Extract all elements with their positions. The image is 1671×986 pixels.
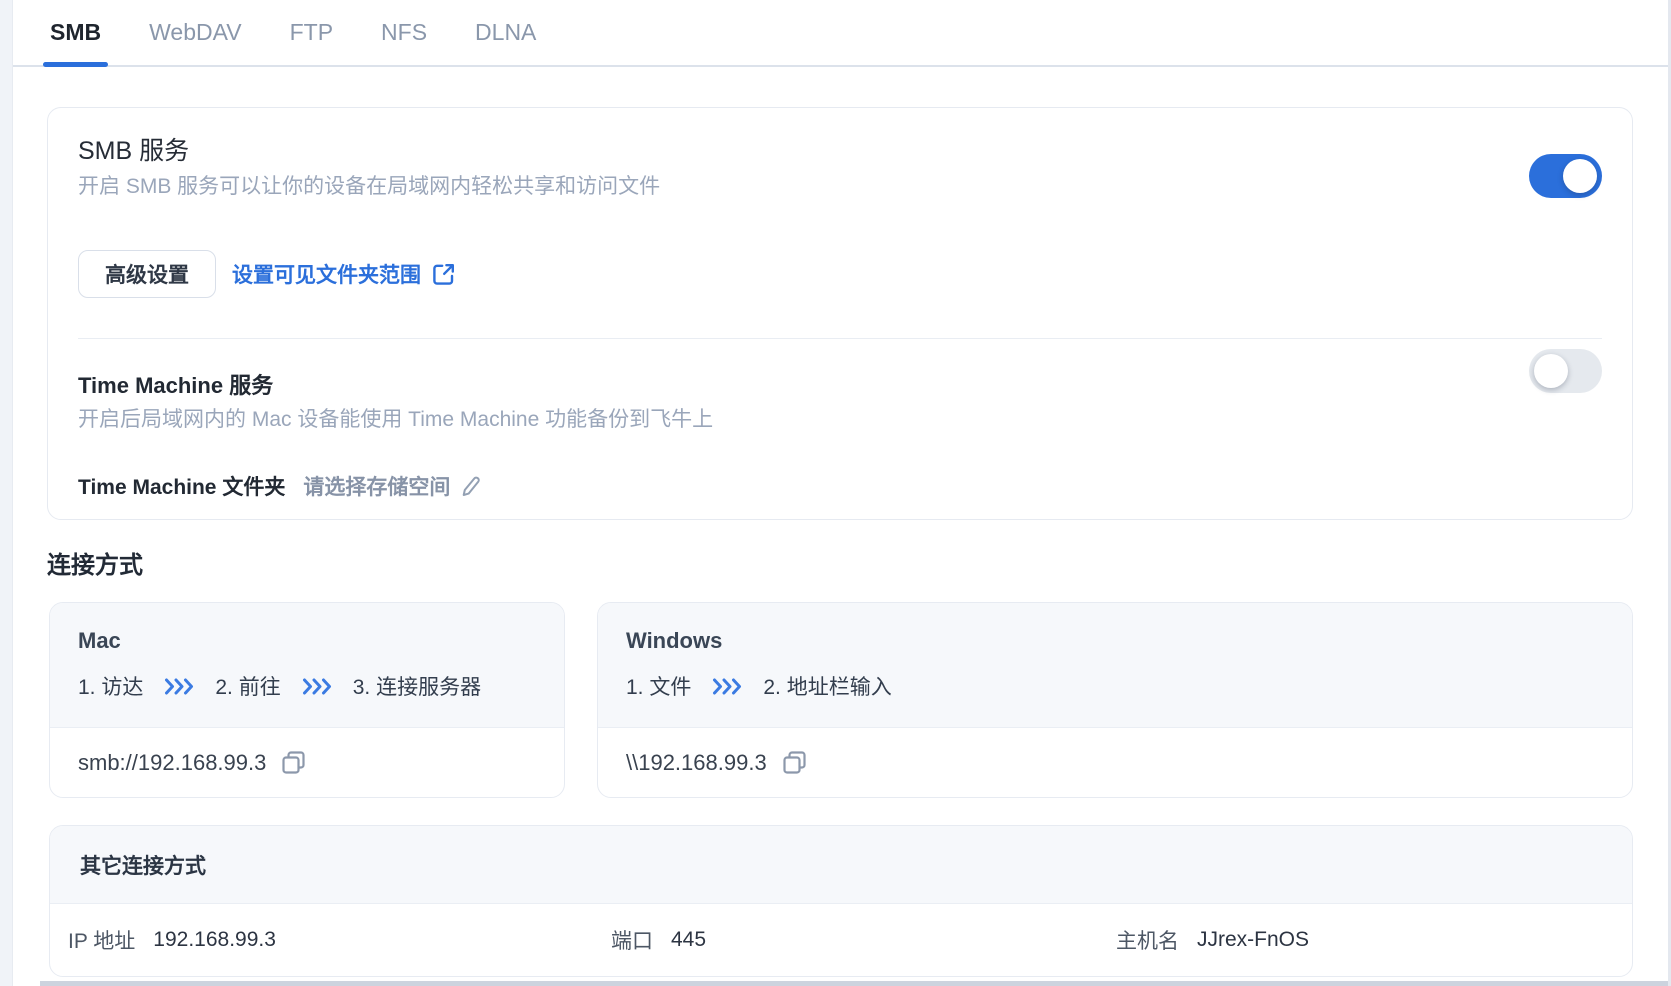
other-connection-title: 其它连接方式 [80,854,206,878]
time-machine-folder-row: Time Machine 文件夹 请选择存储空间 [78,471,1602,501]
tab-ftp[interactable]: FTP [290,0,333,65]
bottom-cropped-element-edge [40,981,1668,986]
visible-folders-link-label: 设置可见文件夹范围 [232,264,421,287]
smb-settings-page: SMB WebDAV FTP NFS DLNA SMB 服务 开启 SMB 服务… [0,0,1671,986]
hostname-value: JJrex-FnOS [1197,928,1310,951]
toggle-knob [1534,354,1568,388]
hostname-field: 主机名 JJrex-FnOS [1116,925,1309,955]
mac-connection-card: Mac 1. 访达 2. 前往 3. 连接服务器 smb://192.168.9 [49,602,565,798]
time-machine-folder-placeholder: 请选择存储空间 [303,476,451,499]
card-divider [78,338,1602,339]
time-machine-folder-select[interactable]: 请选择存储空间 [303,471,482,501]
mac-card-body: smb://192.168.99.3 [50,728,564,797]
port-value: 445 [671,928,707,951]
port-field: 端口 445 [611,925,706,955]
mac-card-title: Mac [78,628,121,653]
ip-address-label: IP 地址 [68,930,136,953]
hostname-label: 主机名 [1116,930,1179,953]
windows-card-title: Windows [626,628,723,653]
windows-card-body: \\192.168.99.3 [598,728,1632,797]
smb-service-card: SMB 服务 开启 SMB 服务可以让你的设备在局域网内轻松共享和访问文件 高级… [47,107,1633,520]
tab-smb[interactable]: SMB [42,0,109,67]
copy-icon [280,749,307,776]
other-connection-card: 其它连接方式 IP 地址 192.168.99.3 端口 445 主机名 JJr… [49,825,1633,977]
copy-mac-address-button[interactable] [280,749,307,776]
copy-windows-address-button[interactable] [781,749,808,776]
tab-dlna[interactable]: DLNA [475,0,536,65]
port-label: 端口 [611,930,653,953]
external-link-icon [432,263,455,286]
edit-pencil-icon[interactable] [460,475,482,497]
time-machine-title: Time Machine 服务 [78,373,274,398]
connection-section-heading: 连接方式 [47,552,143,579]
smb-actions-row: 高级设置 设置可见文件夹范围 [78,250,1602,298]
mac-step: 3. 连接服务器 [352,676,482,699]
time-machine-toggle[interactable] [1529,349,1602,393]
time-machine-description: 开启后局域网内的 Mac 设备能使用 Time Machine 功能备份到飞牛上 [78,408,714,431]
toggle-knob [1563,159,1597,193]
copy-icon [781,749,808,776]
advanced-settings-button[interactable]: 高级设置 [78,250,216,298]
smb-service-description: 开启 SMB 服务可以让你的设备在局域网内轻松共享和访问文件 [78,175,661,198]
mac-step: 1. 访达 [78,676,144,699]
ip-address-field: IP 地址 192.168.99.3 [68,925,276,955]
mac-steps-row: 1. 访达 2. 前往 3. 连接服务器 [78,671,536,701]
windows-step: 2. 地址栏输入 [763,676,892,699]
left-panel-edge [0,0,13,986]
mac-card-header: Mac 1. 访达 2. 前往 3. 连接服务器 [50,603,564,728]
chevron-triple-icon [302,678,332,695]
other-connection-row: IP 地址 192.168.99.3 端口 445 主机名 JJrex-FnOS [50,904,1632,976]
tab-nfs[interactable]: NFS [381,0,427,65]
windows-steps-row: 1. 文件 2. 地址栏输入 [626,671,1604,701]
smb-service-toggle[interactable] [1529,154,1602,198]
visible-folders-link[interactable]: 设置可见文件夹范围 [232,259,455,289]
protocol-tabbar: SMB WebDAV FTP NFS DLNA [13,0,1668,67]
ip-address-value: 192.168.99.3 [153,928,276,951]
windows-connection-card: Windows 1. 文件 2. 地址栏输入 \\192.168.99.3 [597,602,1633,798]
chevron-triple-icon [164,678,194,695]
mac-step: 2. 前往 [215,676,281,699]
mac-smb-address: smb://192.168.99.3 [78,749,267,775]
other-connection-header: 其它连接方式 [50,826,1632,904]
windows-card-header: Windows 1. 文件 2. 地址栏输入 [598,603,1632,728]
tab-webdav[interactable]: WebDAV [149,0,241,65]
chevron-triple-icon [712,678,742,695]
smb-service-title: SMB 服务 [78,137,190,165]
windows-smb-address: \\192.168.99.3 [626,749,767,775]
windows-step: 1. 文件 [626,676,692,699]
time-machine-folder-label: Time Machine 文件夹 [78,476,286,499]
